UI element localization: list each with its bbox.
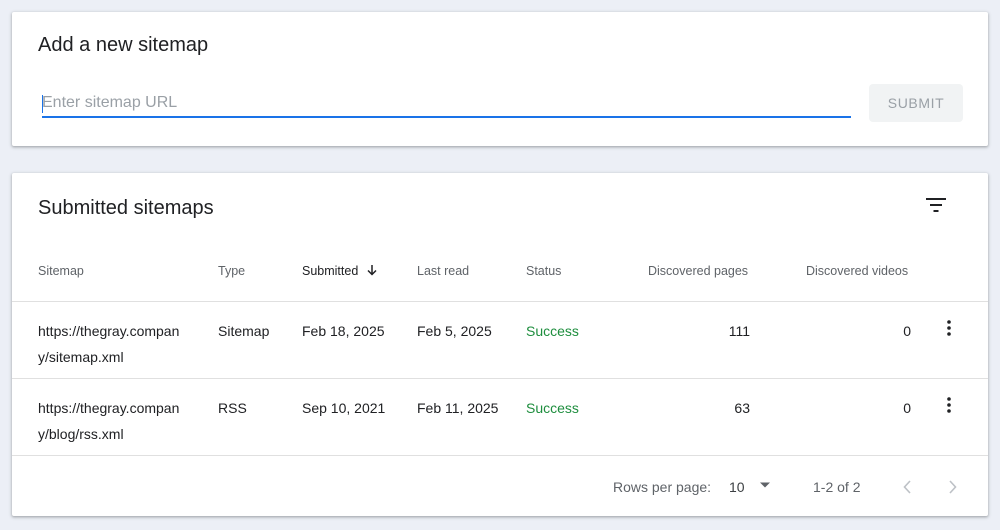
status-cell: Success — [526, 400, 579, 416]
last-read-cell: Feb 11, 2025 — [417, 400, 499, 416]
page-range: 1-2 of 2 — [813, 479, 861, 495]
filter-button[interactable] — [920, 189, 952, 221]
previous-page-button[interactable] — [895, 475, 919, 499]
type-cell: RSS — [218, 400, 247, 416]
chevron-left-icon — [903, 480, 911, 494]
column-header-discovered-videos[interactable]: Discovered videos — [806, 264, 908, 278]
type-cell: Sitemap — [218, 323, 270, 339]
rows-per-page-value: 10 — [729, 479, 745, 495]
rows-per-page-select[interactable]: 10 — [729, 477, 777, 499]
more-vert-icon — [947, 397, 951, 413]
chevron-right-icon — [949, 480, 957, 494]
sitemap-url-input[interactable] — [42, 90, 851, 118]
table-row[interactable]: https://thegray.company/blog/rss.xml RSS… — [12, 379, 988, 456]
status-cell: Success — [526, 323, 579, 339]
more-vert-icon — [947, 320, 951, 336]
sort-descending-icon — [367, 265, 377, 276]
column-header-sitemap[interactable]: Sitemap — [38, 264, 84, 278]
column-header-submitted[interactable]: Submitted — [302, 264, 378, 278]
rows-per-page-label: Rows per page: — [613, 479, 712, 495]
submitted-date-cell: Sep 10, 2021 — [302, 400, 386, 416]
filter-icon — [926, 198, 946, 212]
more-options-button[interactable] — [939, 393, 959, 417]
column-header-discovered-pages[interactable]: Discovered pages — [648, 264, 748, 278]
discovered-videos-cell: 0 — [903, 400, 911, 416]
discovered-pages-cell: 63 — [734, 400, 750, 416]
discovered-videos-cell: 0 — [903, 323, 911, 339]
column-header-status[interactable]: Status — [526, 264, 561, 278]
divider — [12, 455, 988, 456]
last-read-cell: Feb 5, 2025 — [417, 323, 492, 339]
column-header-last-read[interactable]: Last read — [417, 264, 469, 278]
discovered-pages-cell: 111 — [728, 323, 750, 339]
submitted-date-cell: Feb 18, 2025 — [302, 323, 385, 339]
table-row[interactable]: https://thegray.company/sitemap.xml Site… — [12, 302, 988, 379]
submitted-sitemaps-card: Submitted sitemaps Sitemap Type Submitte… — [12, 173, 988, 516]
submitted-sitemaps-title: Submitted sitemaps — [38, 197, 214, 219]
more-options-button[interactable] — [939, 316, 959, 340]
column-header-type[interactable]: Type — [218, 264, 245, 278]
text-caret — [42, 95, 43, 113]
add-sitemap-card: Add a new sitemap SUBMIT — [12, 12, 988, 146]
column-header-submitted-label: Submitted — [302, 264, 359, 278]
sitemap-url-cell[interactable]: https://thegray.company/blog/rss.xml — [38, 395, 188, 447]
dropdown-arrow-icon — [760, 482, 770, 488]
submit-button[interactable]: SUBMIT — [869, 84, 963, 122]
next-page-button[interactable] — [941, 475, 965, 499]
add-sitemap-title: Add a new sitemap — [38, 34, 209, 56]
sitemap-url-cell[interactable]: https://thegray.company/sitemap.xml — [38, 318, 188, 370]
